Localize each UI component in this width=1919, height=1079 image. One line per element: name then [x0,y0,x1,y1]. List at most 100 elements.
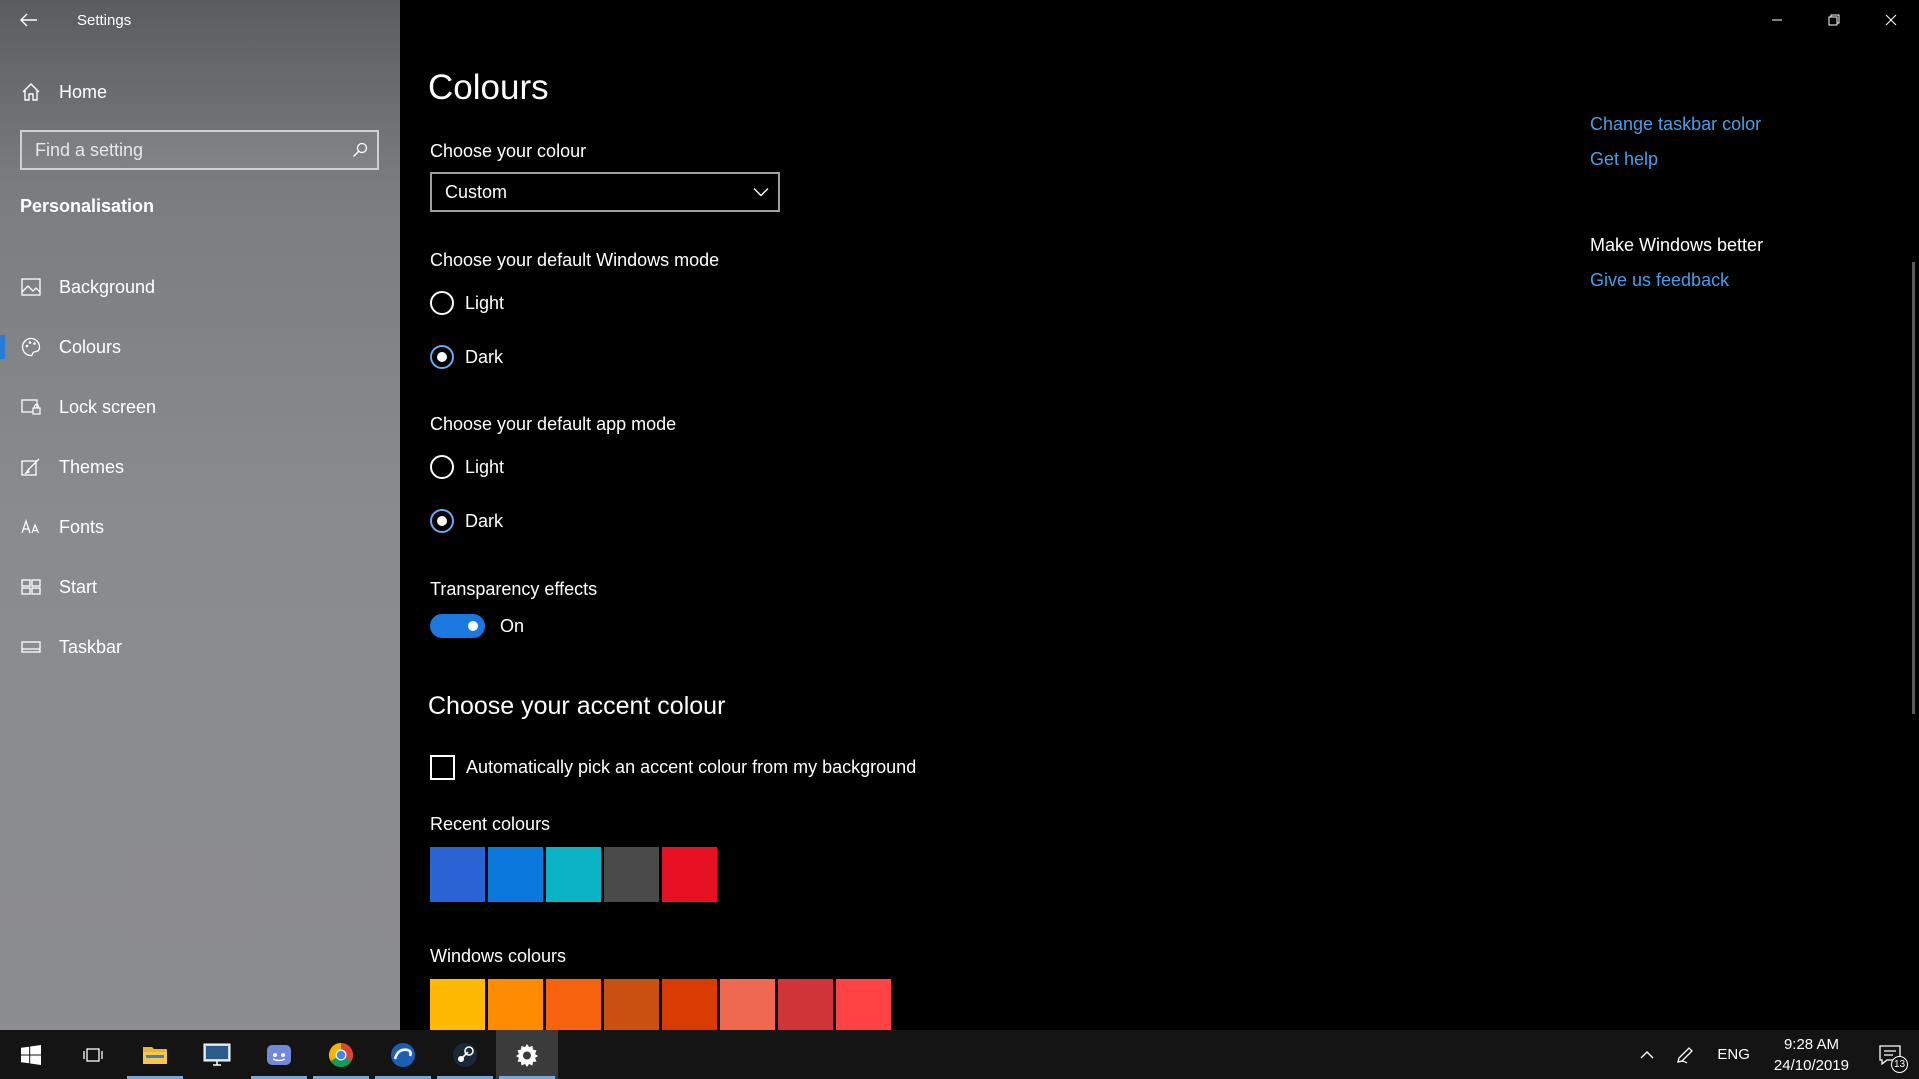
windows-mode-label: Choose your default Windows mode [430,250,720,270]
language-indicator[interactable]: ENG [1705,1030,1762,1079]
colour-swatch[interactable] [720,979,775,1030]
colour-swatch[interactable] [488,979,543,1030]
folder-icon [143,1046,167,1064]
recent-colours-label: Recent colours [430,814,551,834]
clock-date: 24/10/2019 [1773,1056,1849,1074]
steam-button[interactable] [434,1030,496,1079]
home-icon [20,81,42,103]
show-hidden-icons-button[interactable] [1629,1030,1665,1079]
task-view-button[interactable] [62,1030,124,1079]
sidebar-item-label: Fonts [59,516,105,537]
choose-colour-label: Choose your colour [430,141,587,161]
colour-swatch[interactable] [546,979,601,1030]
sidebar: Settings Home Personalisation Background… [0,0,400,1030]
discord-icon [267,1044,291,1065]
accent-heading: Choose your accent colour [428,692,726,720]
radio-label: Dark [465,510,504,531]
system-tray: ENG 9:28 AM 24/10/2019 13 [1629,1030,1919,1079]
themes-icon [19,455,43,479]
section-title: Personalisation [20,196,155,216]
colour-swatch[interactable] [662,847,717,902]
get-help-link[interactable]: Get help [1590,149,1658,170]
back-button[interactable] [12,4,46,36]
minimize-icon [1771,19,1782,21]
app-mode-label: Choose your default app mode [430,414,677,434]
colour-swatch[interactable] [488,847,543,902]
start-icon [19,575,43,599]
toggle-knob [468,621,478,631]
browser-icon [391,1042,415,1067]
windows-mode-dark-radio[interactable]: Dark [430,345,503,369]
radio-circle [430,345,454,369]
sidebar-item-colours[interactable]: Colours [0,317,400,377]
start-button[interactable] [0,1030,62,1079]
clock[interactable]: 9:28 AM 24/10/2019 [1762,1030,1861,1079]
radio-circle [430,291,454,315]
scrollbar[interactable] [1912,262,1915,714]
change-taskbar-link[interactable]: Change taskbar color [1590,114,1761,135]
app-mode-light-radio[interactable]: Light [430,455,504,479]
checkbox-label: Automatically pick an accent colour from… [466,757,917,777]
recent-colours-row [430,847,720,902]
colour-swatch[interactable] [430,979,485,1030]
colour-swatch[interactable] [662,979,717,1030]
fonts-icon [19,515,43,539]
close-icon [1885,14,1896,26]
chrome-button[interactable] [310,1030,372,1079]
pen-icon [1677,1046,1694,1063]
sidebar-item-taskbar[interactable]: Taskbar [0,617,400,677]
app-title: Settings [77,12,132,29]
file-explorer-button[interactable] [124,1030,186,1079]
search-box [20,130,379,170]
colour-swatch[interactable] [604,847,659,902]
radio-label: Light [465,292,505,313]
sidebar-item-background[interactable]: Background [0,257,400,317]
close-button[interactable] [1862,0,1919,40]
colour-swatch[interactable] [430,847,485,902]
discord-button[interactable] [248,1030,310,1079]
taskbar: ENG 9:28 AM 24/10/2019 13 [0,1030,1919,1079]
monitor-icon [203,1043,231,1066]
search-input[interactable] [22,132,343,168]
auto-accent-checkbox[interactable]: Automatically pick an accent colour from… [430,755,916,780]
sidebar-item-home[interactable]: Home [0,72,400,112]
sidebar-item-themes[interactable]: Themes [0,437,400,497]
choose-colour-dropdown[interactable]: Custom [430,172,780,212]
remote-desktop-button[interactable] [186,1030,248,1079]
picture-icon [19,275,43,299]
sidebar-item-label: Taskbar [59,636,123,657]
pen-workspace-button[interactable] [1665,1030,1705,1079]
window-controls [1748,0,1919,40]
sidebar-item-label: Start [59,576,98,597]
restore-button[interactable] [1805,0,1862,40]
checkbox-box [430,755,455,780]
colour-swatch[interactable] [836,979,891,1030]
sidebar-item-label: Lock screen [59,396,157,417]
colour-swatch[interactable] [778,979,833,1030]
settings-button[interactable] [496,1030,558,1079]
give-feedback-link[interactable]: Give us feedback [1590,270,1729,291]
title-bar: Settings [0,0,400,40]
radio-label: Dark [465,346,504,367]
toggle-state: On [500,615,525,636]
action-center-button[interactable]: 13 [1861,1030,1919,1079]
transparency-toggle[interactable]: On [430,614,524,638]
colour-swatch[interactable] [604,979,659,1030]
sidebar-item-start[interactable]: Start [0,557,400,617]
radio-circle [430,509,454,533]
windows-mode-light-radio[interactable]: Light [430,291,504,315]
chevron-down-icon [744,187,778,197]
windows-colours-label: Windows colours [430,946,567,966]
task-view-icon [83,1047,103,1062]
browser-button[interactable] [372,1030,434,1079]
sidebar-nav: Background Colours Lock screen Themes Fo… [0,257,400,677]
app-mode-dark-radio[interactable]: Dark [430,509,503,533]
search-icon[interactable] [343,142,377,158]
windows-colours-row [430,979,894,1030]
colour-swatch[interactable] [546,847,601,902]
minimize-button[interactable] [1748,0,1805,40]
gear-icon [516,1043,538,1067]
dropdown-value: Custom [445,181,508,202]
sidebar-item-fonts[interactable]: Fonts [0,497,400,557]
sidebar-item-lock-screen[interactable]: Lock screen [0,377,400,437]
